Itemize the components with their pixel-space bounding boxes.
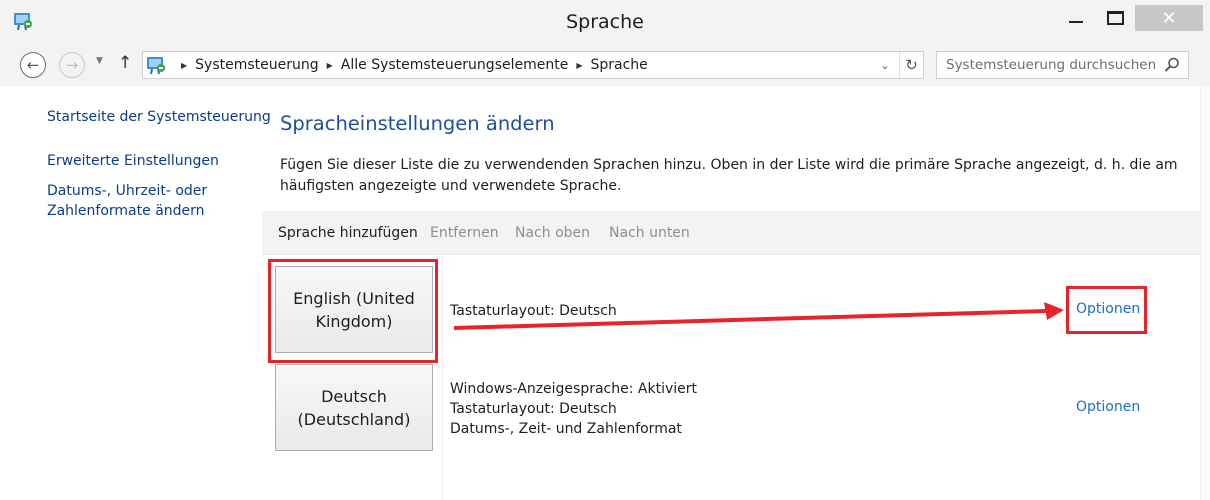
annotation-highlight-language bbox=[268, 259, 438, 363]
description-line: häufigsten angezeigte und verwendete Spr… bbox=[280, 177, 622, 194]
back-button[interactable]: ← bbox=[20, 52, 46, 78]
annotation-arrow-icon bbox=[453, 302, 1064, 330]
close-button[interactable]: ✕ bbox=[1135, 5, 1203, 31]
move-down-button[interactable]: Nach unten bbox=[609, 211, 690, 255]
breadcrumb-sprache[interactable]: Sprache bbox=[591, 57, 648, 73]
annotation-highlight-options bbox=[1066, 286, 1147, 334]
language-toolbar: Sprache hinzufügen Entfernen Nach oben N… bbox=[262, 211, 1200, 255]
breadcrumb-systemsteuerung[interactable]: Systemsteuerung bbox=[195, 57, 318, 73]
refresh-icon: ↻ bbox=[905, 56, 918, 74]
language-info-line: Windows-Anzeigesprache: Aktiviert bbox=[450, 381, 698, 397]
maximize-icon bbox=[1106, 11, 1124, 25]
minimize-icon bbox=[1069, 21, 1083, 23]
recent-locations-dropdown[interactable]: ▼ bbox=[96, 56, 103, 66]
remove-button[interactable]: Entfernen bbox=[430, 211, 499, 255]
list-divider bbox=[442, 256, 443, 500]
move-up-button[interactable]: Nach oben bbox=[515, 211, 590, 255]
navigation-bar: ← → ▼ ↑ ▶ Systemsteuerung ▶ Alle Systems… bbox=[0, 44, 1210, 86]
sidebar-item-startseite[interactable]: Startseite der Systemsteuerung bbox=[47, 107, 271, 127]
back-arrow-icon: ← bbox=[26, 56, 40, 74]
address-history-button[interactable]: ⌄ bbox=[873, 52, 897, 78]
language-info-line: Datums-, Zeit- und Zahlenformat bbox=[450, 421, 682, 437]
control-panel-icon bbox=[14, 13, 32, 31]
title-bar: Sprache ✕ bbox=[0, 0, 1210, 44]
address-bar[interactable]: ▶ Systemsteuerung ▶ Alle Systemsteuerung… bbox=[142, 51, 924, 79]
chevron-down-icon: ⌄ bbox=[880, 58, 890, 72]
language-tile-deutsch[interactable]: Deutsch (Deutschland) bbox=[275, 364, 433, 451]
forward-arrow-icon: → bbox=[65, 56, 79, 74]
search-icon[interactable] bbox=[1163, 56, 1181, 74]
language-tile-text: Deutsch (Deutschland) bbox=[298, 385, 411, 431]
chevron-right-icon[interactable]: ▶ bbox=[181, 61, 187, 70]
up-button[interactable]: ↑ bbox=[118, 53, 132, 73]
breadcrumb: ▶ Systemsteuerung ▶ Alle Systemsteuerung… bbox=[173, 52, 648, 78]
chevron-right-icon[interactable]: ▶ bbox=[327, 61, 333, 70]
sidebar-item-erweiterte-einstellungen[interactable]: Erweiterte Einstellungen bbox=[47, 151, 219, 171]
window-title: Sprache bbox=[566, 11, 644, 33]
refresh-button[interactable]: ↻ bbox=[899, 52, 923, 78]
minimize-button[interactable] bbox=[1055, 4, 1097, 32]
options-link-deutsch[interactable]: Optionen bbox=[1076, 399, 1140, 415]
chevron-right-icon[interactable]: ▶ bbox=[576, 61, 582, 70]
page-title: Spracheinstellungen ändern bbox=[280, 112, 555, 135]
forward-button[interactable]: → bbox=[59, 52, 85, 78]
control-panel-icon bbox=[147, 57, 165, 75]
close-icon: ✕ bbox=[1161, 7, 1177, 29]
window-edge bbox=[1200, 86, 1210, 500]
page-description: Fügen Sie dieser Liste die zu verwendend… bbox=[280, 155, 1180, 196]
language-name: Deutsch bbox=[321, 386, 387, 406]
language-name: (Deutschland) bbox=[297, 409, 411, 429]
search-input[interactable] bbox=[937, 52, 1159, 78]
sidebar-item-datums-formate-line2[interactable]: Zahlenformate ändern bbox=[47, 201, 205, 221]
language-info-line: Tastaturlayout: Deutsch bbox=[450, 401, 617, 417]
sidebar-item-datums-formate[interactable]: Datums-, Uhrzeit- oder bbox=[47, 181, 207, 201]
search-box[interactable] bbox=[936, 51, 1189, 79]
maximize-button[interactable] bbox=[1094, 4, 1136, 32]
description-line: Fügen Sie dieser Liste die zu verwendend… bbox=[280, 157, 1178, 173]
left-navigation-pane bbox=[0, 86, 262, 500]
breadcrumb-alle-elemente[interactable]: Alle Systemsteuerungselemente bbox=[341, 57, 569, 73]
language-info-deutsch: Windows-Anzeigesprache: Aktiviert Tastat… bbox=[450, 379, 697, 439]
add-language-button[interactable]: Sprache hinzufügen bbox=[278, 211, 418, 255]
